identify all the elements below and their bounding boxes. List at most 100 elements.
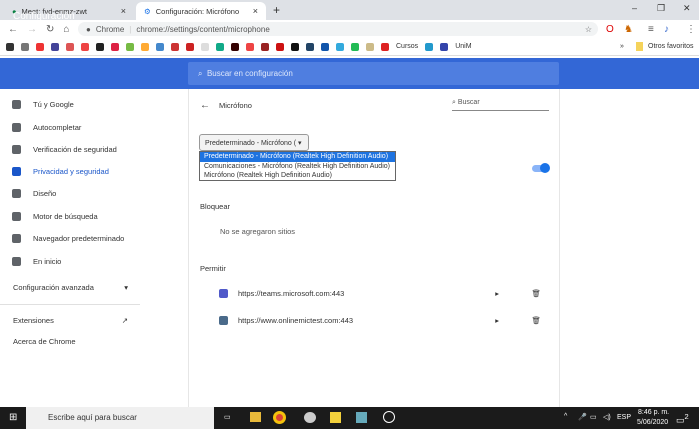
bookmark-icon[interactable] (306, 42, 314, 51)
menu-icon[interactable]: ⋮ (686, 24, 696, 35)
new-tab-button[interactable]: + (273, 3, 280, 17)
close-window-button[interactable]: ✕ (683, 3, 691, 14)
ask-before-access-toggle[interactable] (532, 163, 550, 173)
bookmark-icon[interactable] (246, 42, 254, 51)
sidebar-item-search-engine[interactable]: Motor de búsqueda (12, 212, 98, 221)
bookmark-icon[interactable] (366, 42, 374, 51)
bookmark-icon[interactable] (261, 42, 269, 51)
bookmark-icon[interactable] (111, 42, 119, 51)
browser-icon (12, 234, 21, 243)
chrome-icon[interactable] (273, 411, 286, 424)
volume-icon[interactable]: ◁) (603, 413, 611, 421)
toolbar: ← → ↻ ⌂ ● Chrome | chrome://settings/content/m… (0, 20, 699, 38)
chevron-up-icon[interactable]: ^ (564, 413, 567, 420)
home-icon[interactable]: ⌂ (63, 24, 69, 35)
bookmark-icon[interactable] (171, 42, 179, 51)
settings-search-input[interactable]: ⌕ Buscar en configuración (188, 62, 559, 85)
network-icon[interactable]: ▭ (590, 413, 597, 421)
microphone-select[interactable]: Predeterminado - Micrófono ( ▾ (199, 134, 309, 151)
bookmark-icon[interactable] (36, 42, 44, 51)
restore-button[interactable]: ❐ (657, 3, 665, 14)
sidebar-advanced[interactable]: Configuración avanzada ▾ (13, 283, 128, 292)
bookmark-icon[interactable] (156, 42, 164, 51)
app-icon[interactable] (356, 412, 367, 423)
delete-icon[interactable]: 🗑 (531, 316, 541, 325)
language-indicator[interactable]: ESP (617, 414, 631, 421)
notifications-icon[interactable]: ▭2 (676, 412, 689, 426)
minimize-button[interactable]: – (632, 3, 637, 13)
delete-icon[interactable]: 🗑 (531, 289, 541, 298)
bookmarks-bar: Cursos UniM » Otros favoritos (0, 38, 699, 56)
clock-time[interactable]: 8:46 p. m. (638, 409, 669, 416)
clock-date[interactable]: 5/06/2020 (637, 419, 668, 426)
bookmark-icon[interactable] (21, 42, 29, 51)
close-tab-icon[interactable]: × (253, 6, 258, 16)
bookmark-icon[interactable] (291, 42, 299, 51)
sidebar-item-on-startup[interactable]: En inicio (12, 257, 61, 266)
file-explorer-icon[interactable] (250, 412, 261, 422)
forward-icon[interactable]: → (27, 24, 37, 35)
extension-icon[interactable]: ♞ (624, 24, 633, 35)
sticky-notes-icon[interactable] (330, 412, 341, 423)
bookmark-icon[interactable] (186, 42, 194, 51)
option-default[interactable]: Predeterminado - Micrófono (Realtek High… (200, 152, 395, 162)
task-view-icon[interactable]: ▭ (224, 413, 231, 421)
sidebar-item-you-and-google[interactable]: Tú y Google (12, 100, 74, 109)
divider (0, 304, 140, 305)
sidebar-item-safety-check[interactable]: Verificación de seguridad (12, 145, 117, 154)
back-icon[interactable]: ← (8, 24, 18, 35)
chevron-right-icon[interactable]: ▸ (495, 289, 499, 298)
tab-settings[interactable]: ⚙ Configuración: Micrófono × (136, 2, 266, 20)
bookmark-icon[interactable] (96, 42, 104, 51)
teams-icon (219, 289, 228, 298)
sidebar-item-default-browser[interactable]: Navegador predeterminado (12, 234, 124, 243)
bookmark-unim[interactable]: UniM (455, 43, 471, 50)
sidebar-item-appearance[interactable]: Diseño (12, 189, 56, 198)
list-item[interactable]: https://teams.microsoft.com:443 ▸ 🗑 (219, 289, 549, 298)
clock-app-icon[interactable] (383, 411, 395, 423)
more-bookmarks-icon[interactable]: » (620, 43, 624, 50)
bookmark-icon[interactable] (321, 42, 329, 51)
back-button[interactable]: ← (200, 100, 210, 111)
page-search-input[interactable]: ⌕ Buscar (452, 99, 549, 111)
bookmark-icon[interactable] (66, 42, 74, 51)
chevron-right-icon[interactable]: ▸ (495, 316, 499, 325)
bookmark-icon[interactable] (51, 42, 59, 51)
sidebar-item-privacy[interactable]: Privacidad y seguridad (12, 167, 109, 176)
opera-extension-icon[interactable]: O (606, 24, 614, 35)
search-icon: ⌕ (198, 69, 203, 78)
other-bookmarks[interactable]: Otros favoritos (648, 43, 694, 50)
bookmark-icon[interactable] (351, 42, 359, 51)
bookmark-icon (440, 42, 449, 51)
option-microphone[interactable]: Micrófono (Realtek High Definition Audio… (200, 171, 395, 181)
option-communications[interactable]: Comunicaciones - Micrófono (Realtek High… (200, 162, 395, 172)
site-icon (219, 316, 228, 325)
bookmark-icon[interactable] (216, 42, 224, 51)
bookmark-icon[interactable] (126, 42, 134, 51)
list-item[interactable]: https://www.onlinemictest.com:443 ▸ 🗑 (219, 316, 549, 325)
microphone-icon[interactable]: 🎤 (578, 413, 587, 421)
media-icon[interactable]: ≡ (648, 24, 654, 35)
allow-heading: Permitir (200, 264, 226, 273)
bookmark-icon[interactable] (425, 42, 434, 51)
bookmark-icon[interactable] (201, 42, 209, 51)
bookmark-icon[interactable] (141, 42, 149, 51)
taskbar-search[interactable]: Escribe aquí para buscar (26, 407, 214, 429)
bookmark-icon[interactable] (276, 42, 284, 51)
bookmark-cursos[interactable]: Cursos (396, 43, 418, 50)
windows-start-icon[interactable]: ⊞ (9, 412, 17, 423)
address-bar[interactable]: ● Chrome | chrome://settings/content/microp… (78, 22, 598, 36)
app-icon[interactable] (304, 412, 316, 423)
sidebar-about[interactable]: Acerca de Chrome (13, 337, 76, 346)
sidebar: Tú y Google Autocompletar Verificación d… (0, 89, 140, 407)
close-tab-icon[interactable]: × (121, 6, 126, 16)
sidebar-extensions[interactable]: Extensiones ↗ (13, 316, 128, 325)
bookmark-icon[interactable] (81, 42, 89, 51)
sidebar-item-autofill[interactable]: Autocompletar (12, 123, 81, 132)
bookmark-icon[interactable] (6, 42, 14, 51)
star-icon[interactable]: ☆ (585, 25, 592, 34)
bookmark-icon[interactable] (336, 42, 344, 51)
avatar[interactable]: ♪ (664, 24, 669, 35)
reload-icon[interactable]: ↻ (46, 24, 54, 35)
bookmark-icon[interactable] (231, 42, 239, 51)
